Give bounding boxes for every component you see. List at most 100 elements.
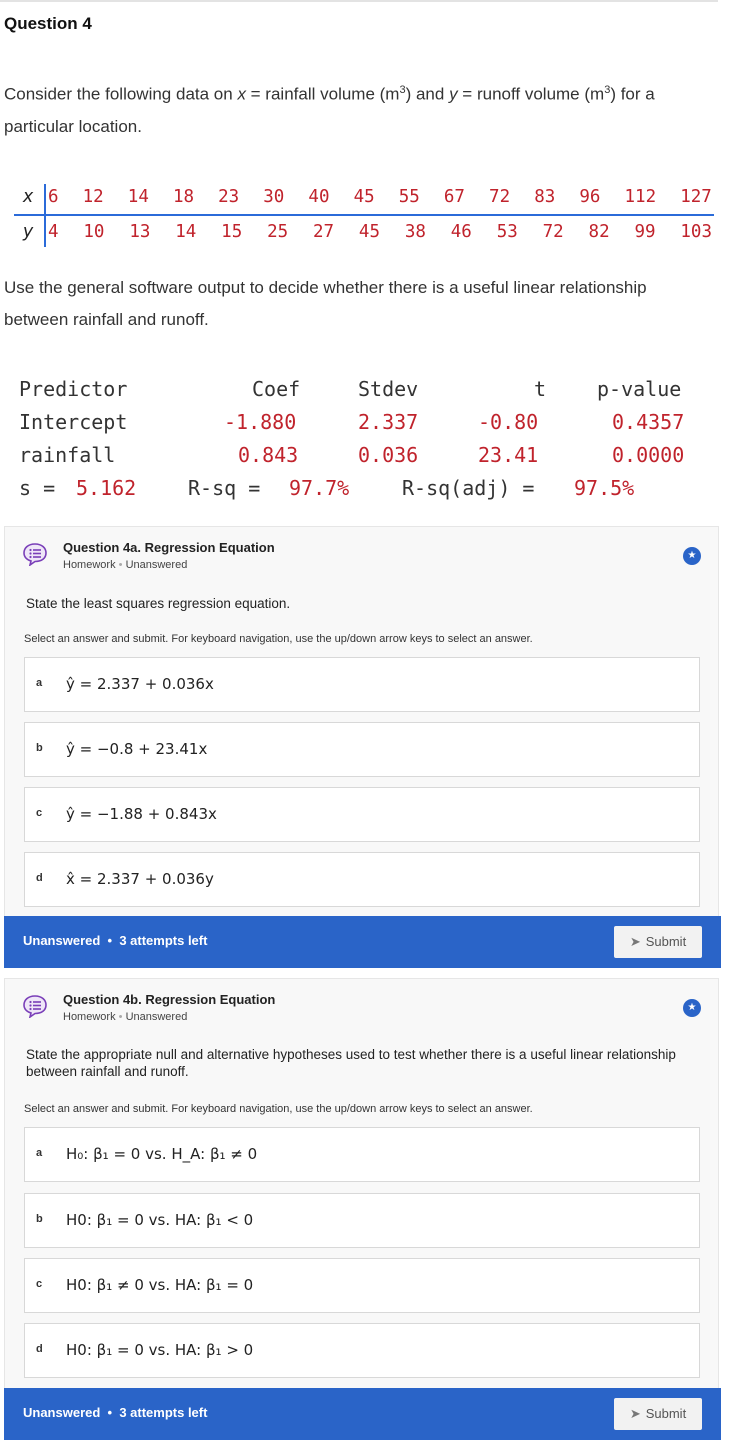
rainfall-coef: 0.843 [238, 443, 299, 467]
option-text: ŷ = −0.8 + 23.41x [66, 740, 208, 758]
software-output: Predictor Coef Stdev t p-value Intercept… [19, 377, 709, 509]
rsqadj-label: R-sq(adj) = [402, 476, 535, 500]
row-label-x: x [22, 187, 34, 207]
option-letter: b [36, 1213, 43, 1225]
question-4b-card: Question 4b. Regression Equation Homewor… [4, 978, 721, 1440]
output-fit-row: s = 5.162 R-sq = 97.7% R-sq(adj) = 97.5% [19, 476, 709, 509]
attempt-status: Unanswered • 3 attempts left [23, 933, 208, 948]
intercept-stdev: 2.337 [358, 410, 419, 434]
header-stdev: Stdev [358, 377, 419, 401]
question-bubble-icon [22, 994, 48, 1019]
question-4a-prompt: State the least squares regression equat… [26, 596, 291, 611]
s-label: s = [19, 476, 56, 500]
answer-option-d[interactable]: d H0: β₁ = 0 vs. HA: β₁ > 0 [24, 1323, 700, 1378]
option-text: ŷ = −1.88 + 0.843x [66, 805, 217, 823]
intercept-coef: -1.880 [224, 410, 297, 434]
y-value-cell: 45 [358, 222, 380, 242]
rsqadj-value: 97.5% [574, 476, 635, 500]
instruction-text: Use the general software output to decid… [4, 278, 647, 329]
answer-option-a[interactable]: a ŷ = 2.337 + 0.036x [24, 657, 700, 712]
output-intercept-row: Intercept -1.880 2.337 -0.80 0.4357 [19, 410, 709, 443]
y-value-cell: 82 [588, 222, 610, 242]
answer-option-b[interactable]: b ŷ = −0.8 + 23.41x [24, 722, 700, 777]
star-badge-icon[interactable]: ★ [683, 999, 701, 1017]
question-4a-footer: Unanswered • 3 attempts left ➤ Submit [4, 916, 721, 968]
x-value-cell: 40 [308, 187, 330, 207]
answer-option-a[interactable]: a H₀: β₁ = 0 vs. H_A: β₁ ≠ 0 [24, 1127, 700, 1182]
question-title: Question 4 [4, 14, 92, 33]
y-value-cell: 46 [450, 222, 472, 242]
y-value-cell: 27 [313, 222, 335, 242]
y-value-cell: 15 [221, 222, 243, 242]
rainfall-label: rainfall [19, 443, 116, 467]
question-4a-instructions: Select an answer and submit. For keyboar… [24, 633, 533, 645]
submit-button[interactable]: ➤ Submit [614, 1398, 702, 1430]
y-value-cell: 38 [404, 222, 426, 242]
star-badge-icon[interactable]: ★ [683, 547, 701, 565]
x-value-cell: 12 [82, 187, 104, 207]
header-pvalue: p-value [597, 377, 682, 401]
option-letter: c [36, 1278, 43, 1290]
y-value-cell: 10 [83, 222, 105, 242]
option-text: H₀: β₁ = 0 vs. H_A: β₁ ≠ 0 [66, 1145, 258, 1163]
row-label-y: y [22, 222, 34, 242]
table-row-x: x 6 12 14 18 23 30 40 45 55 67 72 83 96 112 127 [14, 180, 714, 216]
x-value-cell: 30 [263, 187, 285, 207]
question-4b-meta: Homework • Unanswered [63, 1011, 188, 1023]
option-text: H0: β₁ = 0 vs. HA: β₁ > 0 [66, 1341, 254, 1359]
answer-option-b[interactable]: b H0: β₁ = 0 vs. HA: β₁ < 0 [24, 1193, 700, 1248]
output-header-row: Predictor Coef Stdev t p-value [19, 377, 709, 410]
option-letter: a [36, 677, 43, 689]
question-bubble-icon [22, 542, 48, 567]
x-value-cell: 112 [624, 187, 657, 207]
x-value-cell: 45 [353, 187, 375, 207]
question-4b-instructions: Select an answer and submit. For keyboar… [24, 1103, 533, 1115]
option-text: H0: β₁ ≠ 0 vs. HA: β₁ = 0 [66, 1276, 254, 1294]
y-value-cell: 4 [48, 222, 59, 242]
x-value-cell: 14 [127, 187, 149, 207]
intercept-label: Intercept [19, 410, 128, 434]
x-values: 6 12 14 18 23 30 40 45 55 67 72 83 96 112 127 [48, 187, 714, 207]
option-text: H0: β₁ = 0 vs. HA: β₁ < 0 [66, 1211, 254, 1229]
rainfall-stdev: 0.036 [358, 443, 419, 467]
question-intro: Consider the following data on x = rainf… [4, 84, 655, 136]
y-value-cell: 72 [542, 222, 564, 242]
question-4a-meta: Homework • Unanswered [63, 559, 188, 571]
x-value-cell: 18 [172, 187, 195, 207]
rsq-label: R-sq = [188, 476, 261, 500]
y-value-cell: 99 [634, 222, 656, 242]
answer-option-c[interactable]: c ŷ = −1.88 + 0.843x [24, 787, 700, 842]
x-value-cell: 127 [680, 187, 712, 207]
y-value-cell: 14 [175, 222, 197, 242]
data-table: x 6 12 14 18 23 30 40 45 55 67 72 83 96 112 127 y 4 10 1… [14, 180, 714, 250]
top-divider [0, 0, 718, 2]
intercept-t: -0.80 [478, 410, 539, 434]
answer-option-d[interactable]: d x̂ = 2.337 + 0.036y [24, 852, 700, 907]
option-letter: b [36, 742, 43, 754]
question-4a-title: Question 4a. Regression Equation [63, 540, 275, 555]
question-4a-card: Question 4a. Regression Equation Homewor… [4, 526, 721, 968]
x-value-cell: 72 [489, 187, 511, 207]
paper-plane-icon: ➤ [629, 934, 641, 949]
option-letter: c [36, 807, 43, 819]
table-row-y: y 4 10 13 14 15 25 27 45 38 46 53 72 82 99 103 [14, 215, 714, 250]
submit-button[interactable]: ➤ Submit [614, 926, 702, 958]
y-value-cell: 103 [680, 222, 712, 242]
option-letter: d [36, 1343, 43, 1355]
x-value-cell: 67 [443, 187, 465, 207]
header-coef: Coef [252, 377, 301, 401]
y-values: 4 10 13 14 15 25 27 45 38 46 53 72 82 99 103 [48, 222, 714, 242]
question-4b-prompt: State the appropriate null and alternati… [26, 1047, 676, 1079]
rainfall-t: 23.41 [478, 443, 539, 467]
s-value: 5.162 [76, 476, 137, 500]
x-value-cell: 96 [579, 187, 601, 207]
header-predictor: Predictor [19, 377, 128, 401]
y-value-cell: 13 [129, 222, 151, 242]
question-4b-title: Question 4b. Regression Equation [63, 992, 276, 1007]
paper-plane-icon: ➤ [629, 1406, 641, 1421]
y-value-cell: 25 [267, 222, 289, 242]
answer-option-c[interactable]: c H0: β₁ ≠ 0 vs. HA: β₁ = 0 [24, 1258, 700, 1313]
x-value-cell: 6 [48, 187, 59, 207]
intercept-pvalue: 0.4357 [612, 410, 685, 434]
header-t: t [534, 377, 547, 401]
